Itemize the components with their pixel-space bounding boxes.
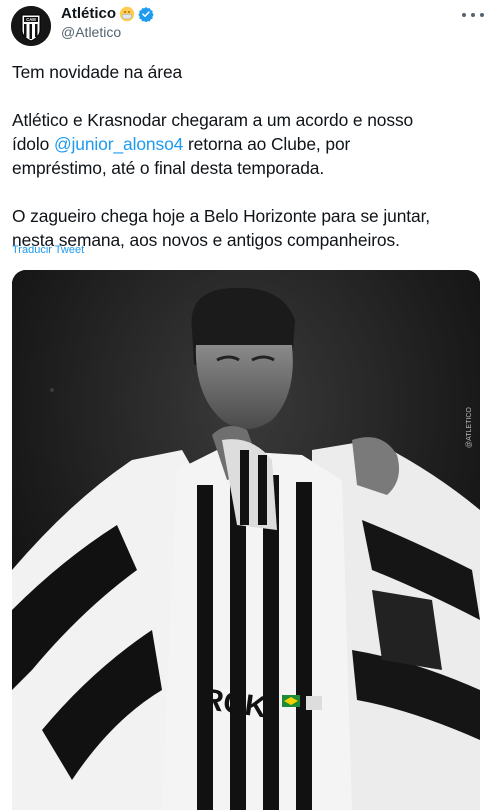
tweet-line: Atlético e Krasnodar chegaram a um acord… <box>12 110 414 130</box>
tweet-header: CAM Atlético @Atletico <box>0 0 495 52</box>
translate-tweet-link[interactable]: Traducir Tweet <box>12 244 84 256</box>
tweet-line: O zagueiro chega hoje a Belo Horizonte p… <box>12 206 431 226</box>
dot-icon <box>480 13 484 17</box>
author-name-row: Atlético <box>61 5 154 22</box>
author-handle[interactable]: @Atletico <box>61 24 121 40</box>
tweet-line: empréstimo, até o final desta temporada. <box>12 158 325 178</box>
dot-icon <box>462 13 466 17</box>
social-watermark: @ATLETICO <box>466 407 473 448</box>
watermark-text: @ATLETICO <box>466 407 473 448</box>
mask-face-emoji-icon <box>119 6 135 21</box>
verified-badge-icon <box>138 6 154 22</box>
tweet-line-fragment: retorna ao Clube, por <box>183 134 351 154</box>
author-name[interactable]: Atlético <box>61 5 116 22</box>
crest-label: CAM <box>26 17 36 22</box>
avatar[interactable]: CAM <box>11 6 51 46</box>
more-options-button[interactable] <box>462 6 484 24</box>
tweet-line-fragment: ídolo <box>12 134 54 154</box>
player-photo: RCK <box>12 270 480 810</box>
atletico-crest-icon: CAM <box>11 6 51 46</box>
mention-link[interactable]: @junior_alonso4 <box>54 134 183 154</box>
tweet-line: Tem novidade na área <box>12 62 183 82</box>
dot-icon <box>471 13 475 17</box>
tweet-text: Tem novidade na área Atlético e Krasnoda… <box>12 60 484 252</box>
tweet-line: ídolo @junior_alonso4 retorna ao Clube, … <box>12 132 484 156</box>
tweet-photo[interactable]: RCK @ATLETICO <box>12 270 480 810</box>
